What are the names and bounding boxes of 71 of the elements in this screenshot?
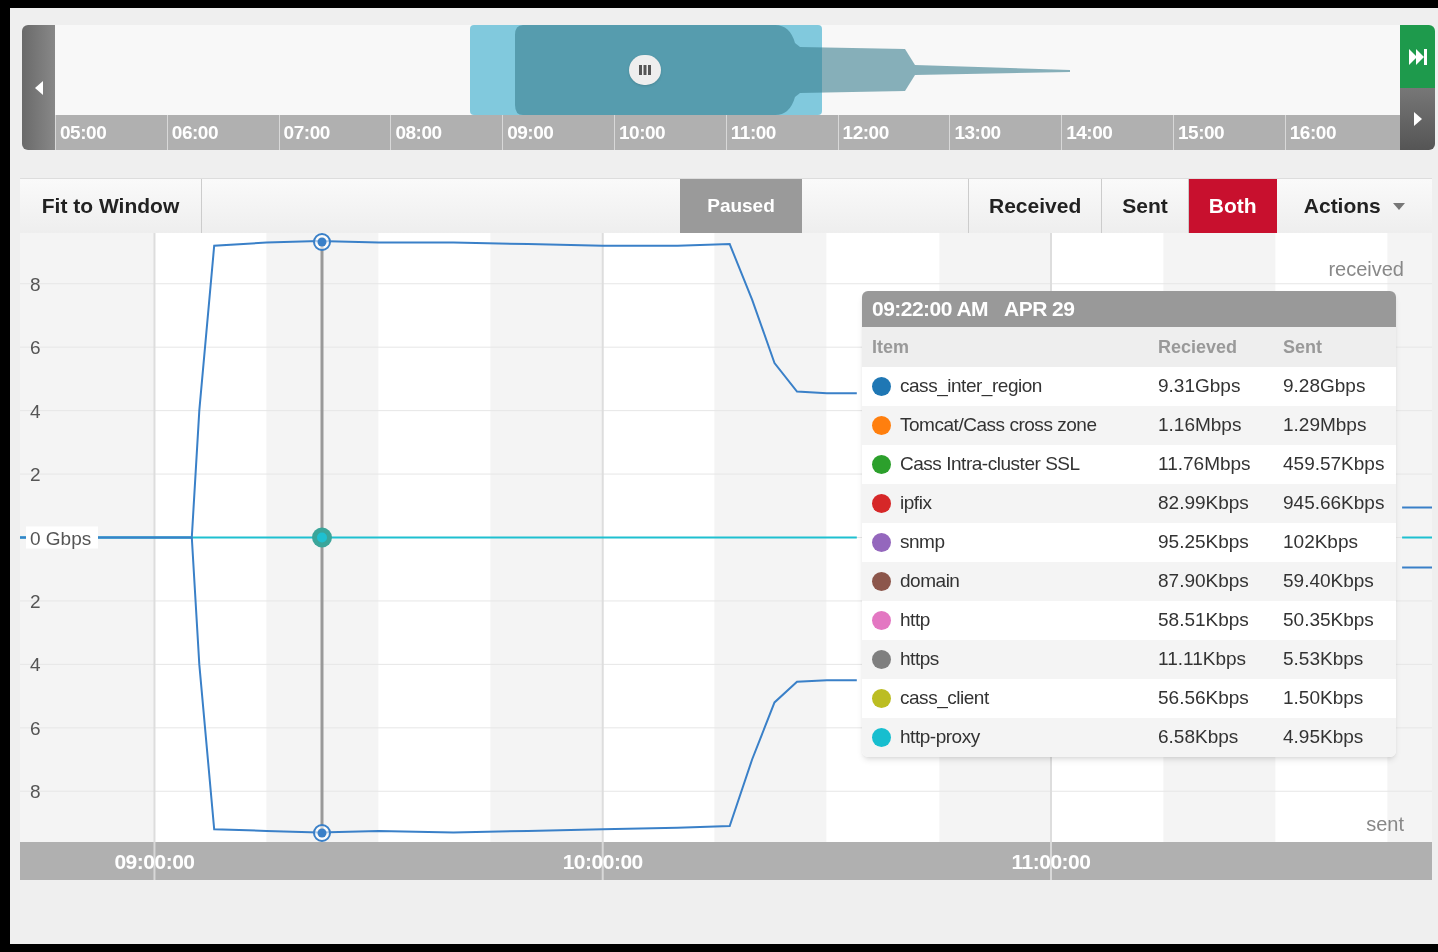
tooltip-time: 09:22:00 AM — [872, 296, 988, 323]
caret-icon — [1392, 202, 1405, 210]
item-name: Tomcat/Cass cross zone — [900, 413, 1097, 438]
actions-menu[interactable]: Actions — [1276, 179, 1432, 233]
rate-value: 59.40Kbps — [1283, 569, 1375, 594]
scroll-right-button[interactable] — [1400, 88, 1435, 150]
item-name: Cass Intra-cluster SSL — [900, 452, 1080, 477]
hour-label: 05:00 — [55, 115, 167, 150]
rate-value: 6.58Kbps — [1158, 725, 1240, 750]
rate-value: 87.90Kbps — [1158, 569, 1250, 594]
hour-label: 11:00 — [725, 115, 838, 150]
column-header: Sent — [1283, 335, 1323, 359]
tooltip-date: APR 29 — [1004, 296, 1075, 323]
y-axis-label: 2 — [30, 464, 41, 486]
rate-value: 1.16Mbps — [1158, 413, 1243, 438]
y-axis-label: 4 — [30, 654, 41, 676]
rate-value: 11.11Kbps — [1158, 647, 1248, 672]
column-header: Recieved — [1158, 335, 1239, 359]
rate-value: 9.28Gbps — [1283, 374, 1367, 399]
view-tab[interactable]: Both — [1187, 179, 1277, 233]
rate-value: 82.99Kbps — [1158, 491, 1250, 516]
rate-value: 1.29Mbps — [1283, 413, 1368, 438]
rate-value: 50.35Kbps — [1283, 608, 1375, 633]
rate-value: 58.51Kbps — [1158, 608, 1250, 633]
x-axis-label: 09:00:00 — [114, 850, 195, 873]
item-name: snmp — [900, 530, 945, 555]
rate-value: 11.76Mbps — [1158, 452, 1252, 477]
item-name: ipfix — [900, 491, 932, 516]
hour-label: 10:00 — [614, 115, 726, 150]
chart-label: sent — [1366, 813, 1404, 835]
hour-label: 14:00 — [1061, 115, 1173, 150]
y-axis-label: 8 — [30, 273, 41, 295]
hour-label: 12:00 — [837, 115, 950, 150]
x-axis-label: 11:00:00 — [1011, 850, 1091, 873]
item-name: http — [900, 608, 930, 633]
rate-value: 1.50Kbps — [1283, 686, 1365, 711]
hour-label: 07:00 — [278, 115, 391, 150]
y-axis-label: 0 Gbps — [30, 527, 92, 549]
y-axis-label: 4 — [30, 400, 41, 422]
column-header: Item — [872, 335, 910, 359]
skip-forward-icon — [1408, 48, 1427, 65]
item-name: https — [900, 647, 939, 672]
item-name: cass_inter_region — [900, 374, 1042, 399]
hour-label: 06:00 — [166, 115, 279, 150]
right-triangle-icon — [1413, 112, 1422, 126]
rate-value: 9.31Gbps — [1158, 374, 1242, 399]
chart-label: received — [1328, 258, 1404, 280]
grip-icon — [639, 65, 651, 75]
x-axis-label: 10:00:00 — [562, 850, 643, 873]
y-axis-label: 2 — [30, 590, 41, 612]
item-name: domain — [900, 569, 960, 594]
rate-value: 4.95Kbps — [1283, 725, 1365, 750]
left-triangle-icon — [34, 80, 43, 95]
hour-label: 15:00 — [1172, 115, 1285, 150]
rate-value: 56.56Kbps — [1158, 686, 1250, 711]
rate-value: 945.66Kbps — [1283, 491, 1386, 516]
rate-value: 5.53Kbps — [1283, 647, 1365, 672]
rate-value: 102Kbps — [1283, 530, 1359, 555]
y-axis-label: 8 — [30, 781, 41, 803]
item-name: cass_client — [900, 686, 989, 711]
hour-label: 09:00 — [502, 115, 614, 150]
jump-to-end-button[interactable] — [1400, 25, 1435, 88]
y-axis-label: 6 — [30, 337, 41, 359]
hour-label: 13:00 — [949, 115, 1062, 150]
y-axis-label: 6 — [30, 717, 41, 739]
hour-label: 16:00 — [1284, 115, 1397, 150]
item-name: http-proxy — [900, 725, 980, 750]
rate-value: 459.57Kbps — [1283, 452, 1386, 477]
rate-value: 95.25Kbps — [1158, 530, 1250, 555]
point-marker — [312, 527, 332, 548]
hour-label: 08:00 — [390, 115, 503, 150]
